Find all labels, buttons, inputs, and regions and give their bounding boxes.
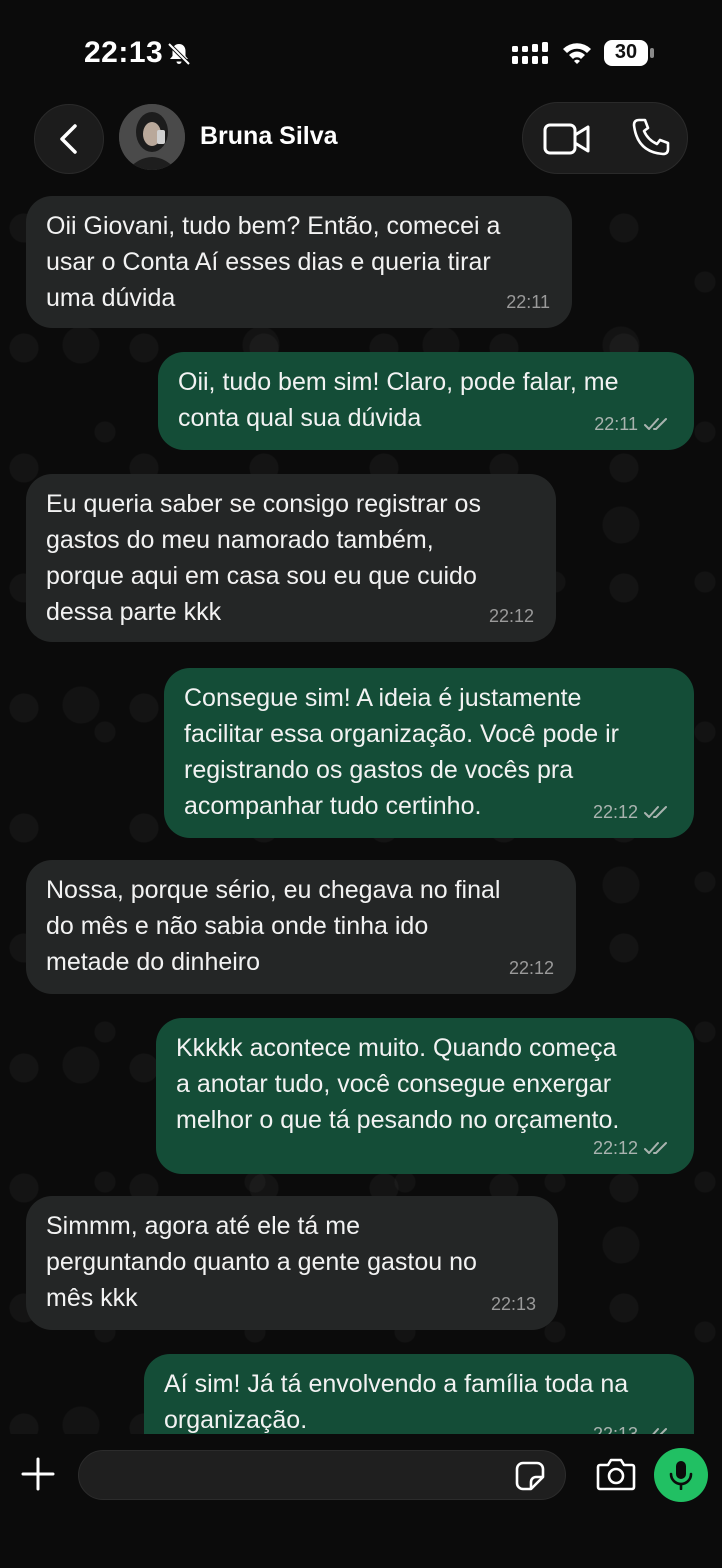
bell-muted-icon	[167, 42, 191, 66]
battery-icon: 30	[603, 38, 655, 68]
double-check-icon	[645, 1428, 667, 1434]
double-check-icon	[644, 418, 667, 430]
message-text: Kkkkk acontece muito. Quando começa a an…	[176, 1034, 620, 1134]
message-time: 22:11	[506, 292, 550, 312]
composer-bar	[0, 1434, 722, 1568]
double-check-icon	[644, 806, 667, 818]
call-actions	[522, 102, 688, 174]
message-time: 22:11	[594, 414, 638, 434]
message-incoming[interactable]: Eu queria saber se consigo registrar os …	[26, 474, 556, 642]
message-text: Nossa, porque sério, eu chegava no final…	[46, 876, 501, 976]
status-bar: 22:13 30	[0, 0, 722, 100]
message-outgoing[interactable]: Oii, tudo bem sim! Claro, pode falar, me…	[158, 352, 694, 450]
cellular-signal-icon	[512, 42, 548, 64]
message-time: 22:12	[592, 802, 638, 822]
message-input[interactable]	[78, 1450, 566, 1500]
message-time: 22:13	[490, 1294, 536, 1314]
camera-icon[interactable]	[596, 1456, 636, 1492]
double-check-icon	[644, 1142, 667, 1154]
back-button[interactable]	[34, 104, 104, 174]
status-time: 22:13	[84, 36, 164, 69]
message-text: Eu queria saber se consigo registrar os …	[46, 490, 481, 626]
message-text: Oii Giovani, tudo bem? Então, comecei a …	[46, 212, 501, 312]
message-time: 22:12	[488, 606, 534, 626]
message-text: Simmm, agora até ele tá me perguntando q…	[46, 1212, 477, 1312]
message-time: 22:13	[592, 1424, 638, 1434]
message-time: 22:12	[592, 1138, 638, 1158]
phone-call-icon[interactable]	[631, 117, 671, 157]
message-incoming[interactable]: Oii Giovani, tudo bem? Então, comecei a …	[26, 196, 572, 328]
battery-level: 30	[614, 41, 638, 63]
message-outgoing[interactable]: Consegue sim! A ideia é justamente facil…	[164, 668, 694, 838]
message-time: 22:12	[508, 958, 554, 978]
microphone-button[interactable]	[654, 1448, 708, 1502]
message-outgoing[interactable]: Aí sim! Já tá envolvendo a família toda …	[144, 1354, 694, 1434]
wifi-icon	[563, 43, 591, 64]
chat-header: Bruna Silva	[0, 100, 722, 192]
contact-name[interactable]: Bruna Silva	[200, 122, 338, 151]
message-outgoing[interactable]: Kkkkk acontece muito. Quando começa a an…	[156, 1018, 694, 1174]
video-call-icon[interactable]	[543, 121, 591, 157]
avatar-photo	[119, 104, 185, 170]
contact-avatar[interactable]	[119, 104, 185, 170]
microphone-icon	[669, 1461, 693, 1490]
sticker-icon[interactable]	[514, 1460, 546, 1492]
message-incoming[interactable]: Nossa, porque sério, eu chegava no final…	[26, 860, 576, 994]
plus-icon[interactable]	[20, 1456, 56, 1492]
message-incoming[interactable]: Simmm, agora até ele tá me perguntando q…	[26, 1196, 558, 1330]
message-list[interactable]: Oii Giovani, tudo bem? Então, comecei a …	[0, 192, 722, 1434]
chevron-left-icon	[60, 124, 77, 154]
